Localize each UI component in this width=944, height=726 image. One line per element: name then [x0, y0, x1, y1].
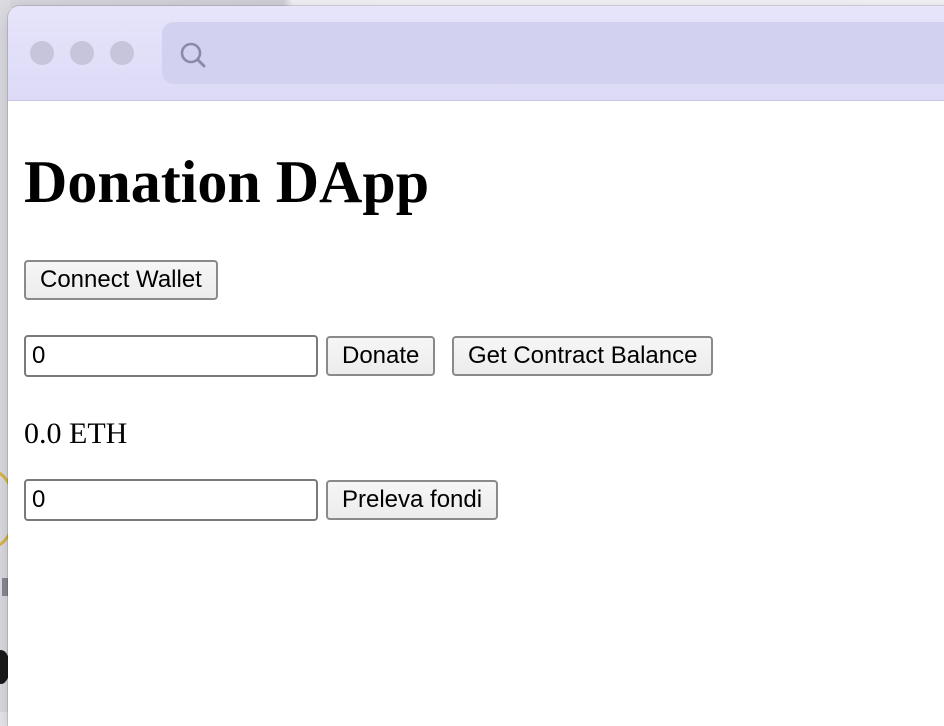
search-icon	[180, 42, 206, 68]
get-contract-balance-button[interactable]: Get Contract Balance	[452, 336, 714, 376]
address-bar[interactable]	[162, 22, 944, 84]
minimize-window-button[interactable]	[70, 41, 94, 65]
browser-window: Donation DApp Connect Wallet Donate Get …	[8, 6, 944, 726]
donate-button[interactable]: Donate	[326, 336, 436, 376]
close-window-button[interactable]	[30, 41, 54, 65]
page-title: Donation DApp	[24, 149, 430, 215]
browser-toolbar	[8, 6, 944, 101]
window-controls	[30, 41, 134, 65]
connect-wallet-button[interactable]: Connect Wallet	[24, 260, 218, 300]
withdraw-funds-button[interactable]: Preleva fondi	[326, 480, 499, 520]
zoom-window-button[interactable]	[110, 41, 134, 65]
withdraw-amount-input[interactable]	[24, 479, 318, 521]
contract-balance-text: 0.0 ETH	[24, 417, 128, 450]
page-content: Donation DApp Connect Wallet Donate Get …	[24, 100, 944, 726]
donation-amount-input[interactable]	[24, 335, 318, 377]
